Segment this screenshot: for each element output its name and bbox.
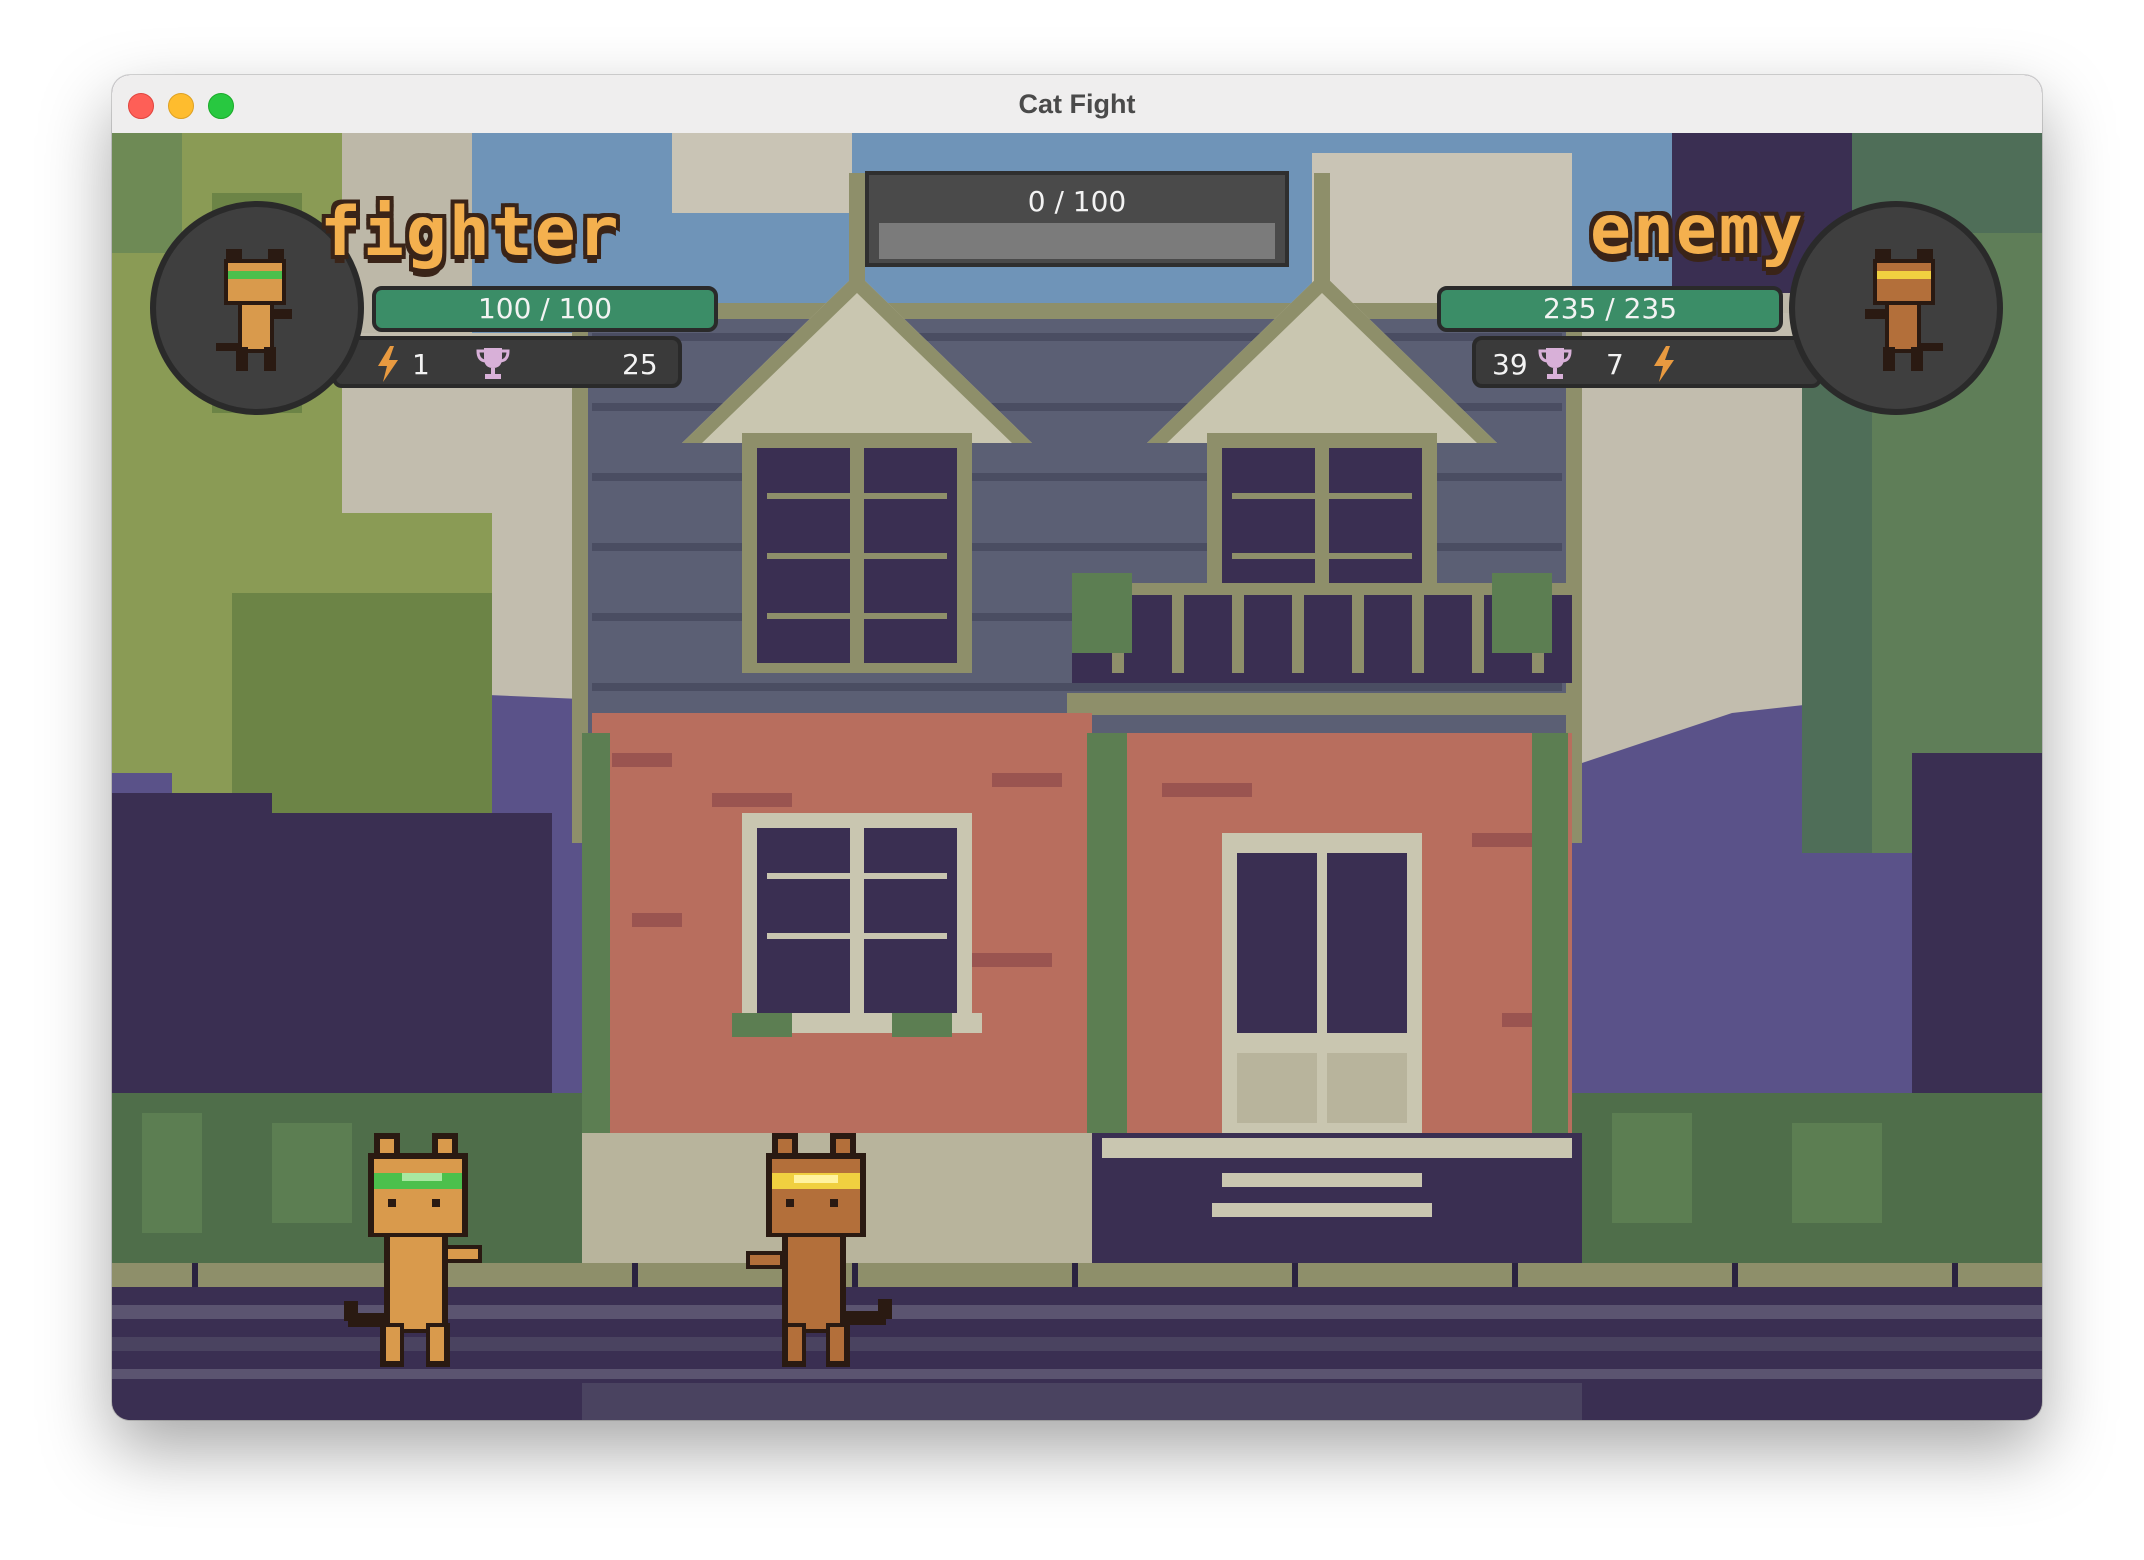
game-stage[interactable]: 0 / 100 100 / 100 1 25 fighter 235 / 235… bbox=[112, 133, 2042, 1420]
player-health-text: 100 / 100 bbox=[477, 292, 613, 325]
enemy-portrait-cat bbox=[1865, 249, 1943, 371]
enemy-health-bar: 235 / 235 bbox=[1437, 286, 1783, 332]
enemy-portrait bbox=[1789, 201, 2003, 415]
player-stats-bar: 1 25 bbox=[332, 336, 682, 388]
player-cat-sprite bbox=[344, 1133, 482, 1367]
player-energy-value: 1 bbox=[412, 348, 430, 381]
player-portrait-cat bbox=[216, 249, 292, 371]
trophy-icon bbox=[1538, 348, 1572, 379]
trophy-icon bbox=[476, 348, 510, 379]
player-health-bar: 100 / 100 bbox=[372, 286, 718, 332]
round-progress-track bbox=[879, 223, 1275, 259]
window-title: Cat Fight bbox=[1018, 89, 1136, 119]
enemy-health-text: 235 / 235 bbox=[1542, 292, 1678, 325]
round-progress-panel: 0 / 100 bbox=[865, 171, 1289, 267]
title-bar: Cat Fight bbox=[112, 75, 2042, 134]
round-progress-label: 0 / 100 bbox=[1027, 185, 1127, 218]
app-window: Cat Fight 0 / 100 100 / 100 1 25 fighter… bbox=[112, 75, 2042, 1420]
lightning-icon bbox=[1654, 346, 1674, 382]
enemy-cat-sprite bbox=[746, 1133, 892, 1367]
enemy-trophies-value: 39 bbox=[1492, 348, 1528, 381]
player-name: fighter bbox=[320, 193, 621, 272]
lightning-icon bbox=[378, 346, 398, 382]
enemy-energy-value: 7 bbox=[1606, 348, 1624, 381]
player-trophies-value: 25 bbox=[622, 348, 658, 381]
enemy-stats-bar: 39 7 bbox=[1472, 336, 1822, 388]
enemy-name: enemy bbox=[1590, 191, 1805, 270]
